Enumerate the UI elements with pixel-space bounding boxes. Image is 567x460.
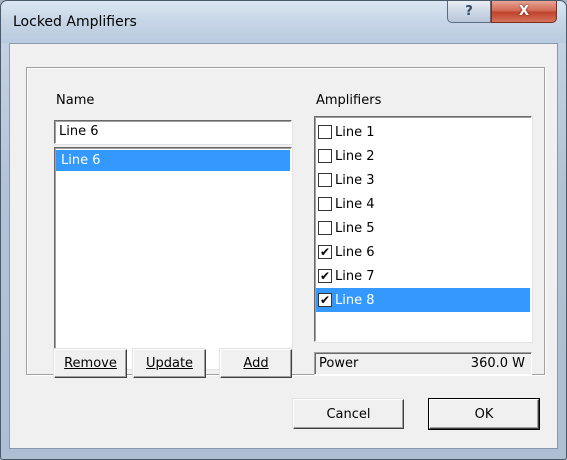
amplifier-item[interactable]: Line 2 (316, 144, 530, 168)
add-button[interactable]: Add (220, 349, 292, 378)
title-bar[interactable]: Locked Amplifiers ? X (1, 1, 566, 43)
amplifier-item-label: Line 3 (335, 172, 375, 188)
power-value: 360.0 W (470, 356, 525, 371)
checkbox-unchecked-icon[interactable] (318, 173, 332, 187)
amplifier-item[interactable]: Line 5 (316, 216, 530, 240)
name-list[interactable]: Line 6 (54, 147, 292, 369)
amplifiers-label: Amplifiers (316, 93, 382, 108)
amplifier-item-label: Line 7 (335, 268, 375, 284)
add-button-label: Add (243, 356, 269, 371)
checkbox-checked-icon[interactable]: ✔ (318, 269, 332, 283)
power-label: Power (319, 356, 359, 371)
checkbox-unchecked-icon[interactable] (318, 221, 332, 235)
amplifier-item[interactable]: ✔ Line 8 (316, 288, 530, 312)
checkbox-unchecked-icon[interactable] (318, 197, 332, 211)
name-input[interactable]: Line 6 (54, 120, 292, 144)
update-button[interactable]: Update (133, 349, 206, 378)
amplifier-item-label: Line 1 (335, 124, 375, 140)
dialog-client-area: Name Line 6 Line 6 Amplifiers Line 1 Line… (9, 43, 558, 449)
close-icon: X (518, 4, 530, 19)
power-readout: Power 360.0 W (314, 352, 532, 375)
amplifier-item-label: Line 6 (335, 244, 375, 260)
cancel-button-label: Cancel (326, 406, 371, 422)
ok-button-label: OK (474, 406, 494, 422)
name-list-item[interactable]: Line 6 (56, 150, 290, 171)
remove-button[interactable]: Remove (54, 349, 127, 378)
amplifier-item[interactable]: Line 4 (316, 192, 530, 216)
cancel-button[interactable]: Cancel (293, 399, 404, 429)
remove-button-label: Remove (64, 356, 117, 371)
help-icon: ? (465, 4, 473, 19)
amplifier-item-label: Line 4 (335, 196, 375, 212)
checkbox-checked-icon[interactable]: ✔ (318, 293, 332, 307)
amplifier-item-label: Line 8 (335, 292, 375, 308)
checkbox-unchecked-icon[interactable] (318, 125, 332, 139)
close-button[interactable]: X (491, 1, 557, 23)
amplifier-item-label: Line 5 (335, 220, 375, 236)
amplifiers-list[interactable]: Line 1 Line 2 Line 3 Line 4 Line 5 ✔ Line 6 ✔ Li… (314, 116, 532, 342)
name-input-value: Line 6 (59, 124, 99, 139)
amplifier-item[interactable]: Line 3 (316, 168, 530, 192)
amplifier-item-label: Line 2 (335, 148, 375, 164)
amplifier-item[interactable]: ✔ Line 6 (316, 240, 530, 264)
checkbox-checked-icon[interactable]: ✔ (318, 245, 332, 259)
help-button[interactable]: ? (447, 1, 491, 23)
dialog-window: Locked Amplifiers ? X Name Line 6 Line 6… (0, 0, 567, 460)
amplifier-item[interactable]: Line 1 (316, 120, 530, 144)
window-title: Locked Amplifiers (13, 14, 137, 30)
checkbox-unchecked-icon[interactable] (318, 149, 332, 163)
update-button-label: Update (145, 356, 194, 371)
amplifier-item[interactable]: ✔ Line 7 (316, 264, 530, 288)
ok-button[interactable]: OK (428, 398, 540, 430)
name-label: Name (56, 93, 95, 108)
